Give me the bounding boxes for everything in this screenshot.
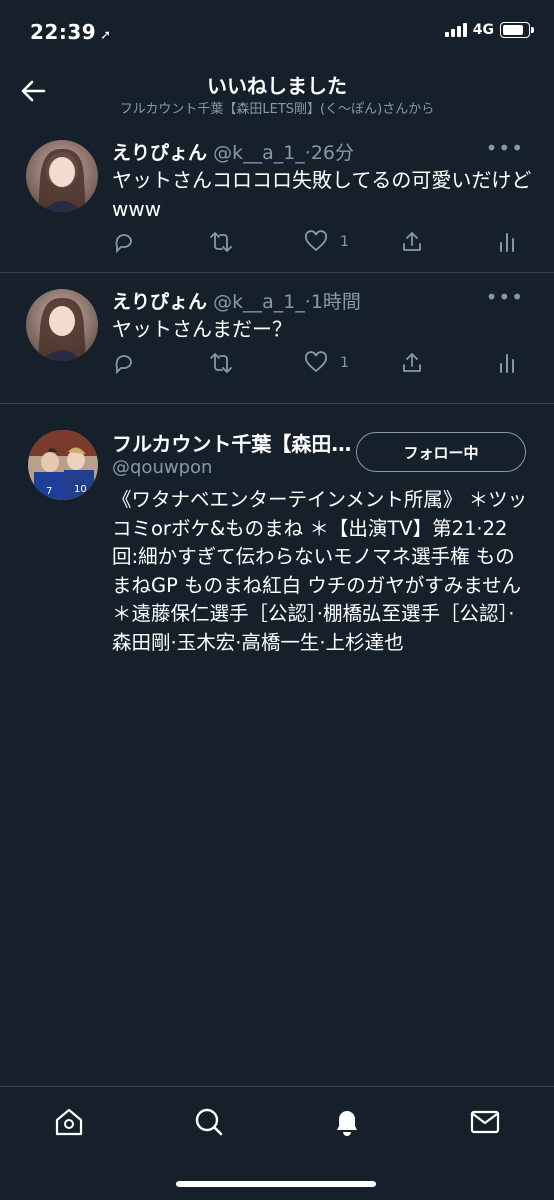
header: いいねしました フルカウント千葉【森田LETS剛】(く〜ぽん)さんから (0, 66, 554, 122)
author-name[interactable]: えりぴょん (112, 142, 207, 164)
network-type: 4G (472, 22, 494, 38)
tweet-time: ·26分 (304, 142, 355, 164)
reply-button[interactable] (112, 351, 136, 375)
reply-icon (115, 234, 132, 254)
share-button[interactable] (400, 351, 424, 375)
analytics-icon (500, 354, 514, 373)
tweet-actions: 1 (112, 230, 524, 256)
tweet-header: えりぴょん @k__a_1_·26分 (112, 138, 354, 165)
heart-icon (304, 351, 328, 373)
status-bar: 22:39 ➚ 4G (0, 0, 554, 66)
author-handle: @k__a_1_ (213, 291, 305, 313)
tweet-text: ヤットさんコロコロ失敗してるの可愛いだけどwww (112, 168, 532, 221)
analytics-icon (500, 233, 514, 252)
avatar[interactable] (26, 140, 98, 212)
status-time: 22:39 ➚ (30, 20, 112, 44)
tweet-header: えりぴょん @k__a_1_·1時間 (112, 287, 361, 314)
retweet-icon (210, 232, 232, 252)
user-name[interactable]: フルカウント千葉【森田... (112, 428, 352, 457)
user-avatar[interactable]: 7 10 (28, 430, 98, 500)
like-count: 1 (340, 234, 349, 250)
author-name[interactable]: えりぴょん (112, 291, 207, 313)
search-icon (195, 1108, 223, 1136)
analytics-button[interactable] (496, 351, 518, 375)
more-icon[interactable]: ••• (486, 285, 524, 309)
mail-icon (470, 1110, 500, 1134)
page-title: いいねしました (207, 74, 347, 98)
reply-icon (115, 355, 132, 375)
location-arrow-icon: ➚ (100, 28, 112, 43)
svg-text:7: 7 (46, 486, 52, 497)
bell-icon (337, 1111, 357, 1136)
tweet[interactable]: えりぴょん @k__a_1_·1時間 ••• ヤットさんまだー？ 1 (0, 273, 554, 404)
signal-icon (444, 23, 467, 37)
heart-icon (304, 230, 328, 252)
user-handle: @qouwpon (112, 457, 213, 478)
share-button[interactable] (400, 230, 424, 254)
retweet-button[interactable] (208, 230, 234, 254)
like-button[interactable]: 1 (304, 351, 349, 375)
page-subtitle: フルカウント千葉【森田LETS剛】(く〜ぽん)さんから (119, 102, 435, 117)
tweet-actions: 1 (112, 351, 524, 377)
retweet-icon (210, 353, 232, 373)
retweet-button[interactable] (208, 351, 234, 375)
analytics-button[interactable] (496, 230, 518, 254)
clock: 22:39 (30, 20, 97, 44)
home-icon (55, 1108, 83, 1136)
reply-button[interactable] (112, 230, 136, 254)
battery-icon (500, 22, 534, 38)
home-indicator (176, 1181, 376, 1187)
tab-messages[interactable] (468, 1105, 502, 1139)
like-count: 1 (340, 355, 349, 371)
like-button[interactable]: 1 (304, 230, 349, 254)
tweet-text: ヤットさんまだー？ (112, 317, 292, 341)
share-icon (403, 232, 421, 251)
following-button[interactable]: フォロー中 (356, 432, 526, 472)
more-icon[interactable]: ••• (486, 136, 524, 160)
tweet-time: ·1時間 (304, 291, 361, 313)
user-bio: 《ワタナベエンターテインメント所属》 ＊ツッコミorボケ&ものまね ＊【出演TV… (112, 488, 528, 654)
tab-home[interactable] (52, 1105, 86, 1139)
tab-notifications[interactable] (330, 1105, 364, 1139)
author-handle: @k__a_1_ (213, 142, 305, 164)
tweet[interactable]: えりぴょん @k__a_1_·26分 ••• ヤットさんコロコロ失敗してるの可愛… (0, 124, 554, 273)
svg-text:10: 10 (74, 484, 87, 495)
share-icon (403, 353, 421, 372)
status-indicators: 4G (444, 22, 534, 38)
tab-search[interactable] (192, 1105, 226, 1139)
avatar[interactable] (26, 289, 98, 361)
